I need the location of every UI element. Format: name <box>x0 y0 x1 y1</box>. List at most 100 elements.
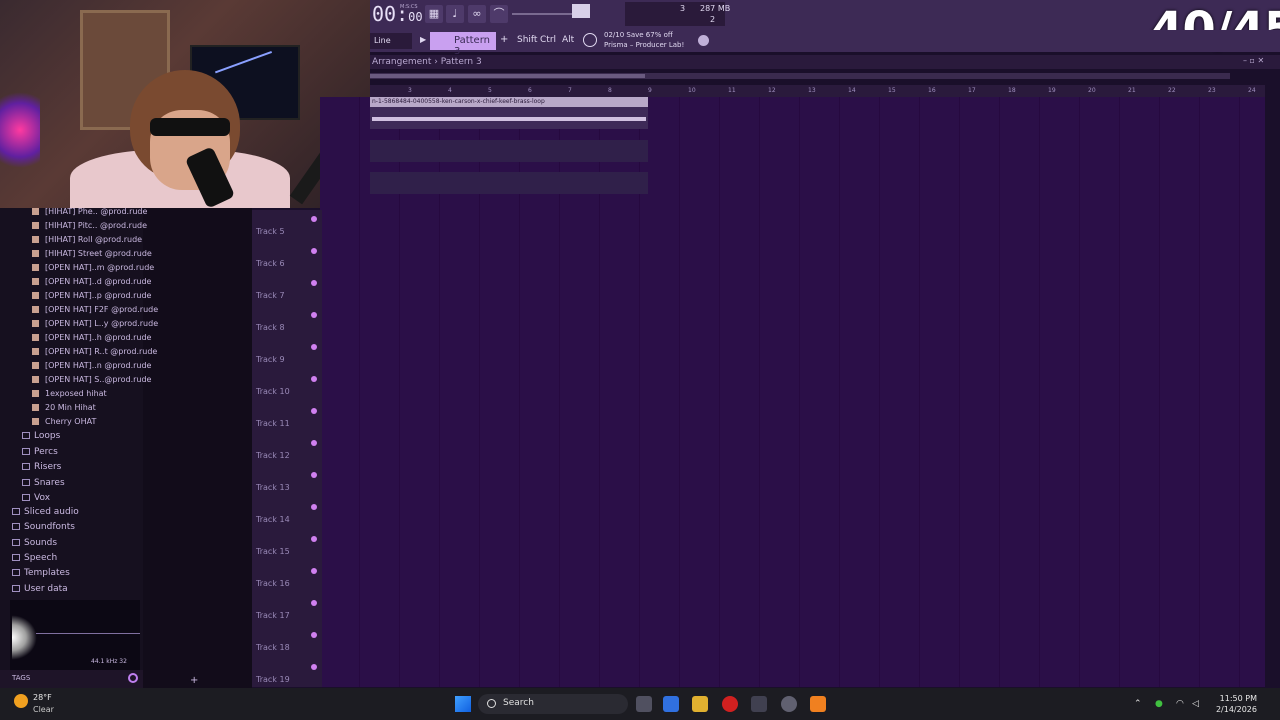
weather-icon[interactable] <box>14 694 28 708</box>
play-pattern-icon[interactable]: ▶ <box>420 35 426 44</box>
metronome-icon[interactable]: ♩ <box>446 5 464 23</box>
track-mute-dot[interactable] <box>311 248 317 254</box>
tray-overflow-icon[interactable]: ⌃ <box>1134 699 1142 709</box>
wifi-icon[interactable]: ◠ <box>1176 699 1184 709</box>
track-label[interactable]: Track 18 <box>256 643 290 652</box>
browser-file[interactable]: [OPEN HAT] L..y @prod.rude <box>32 319 158 328</box>
copilot-icon[interactable] <box>663 696 679 712</box>
browser-file[interactable]: [OPEN HAT]..m @prod.rude <box>32 263 154 272</box>
volume-icon[interactable]: ◁ <box>1192 699 1199 709</box>
tempo-slider[interactable] <box>512 13 572 15</box>
browser-file[interactable]: [HIHAT] Street @prod.rude <box>32 249 152 258</box>
browser-file[interactable]: [OPEN HAT]..h @prod.rude <box>32 333 151 342</box>
browser-root[interactable]: Soundfonts <box>12 522 75 532</box>
wait-icon[interactable]: ∞ <box>468 5 486 23</box>
browser-file[interactable]: [OPEN HAT]..n @prod.rude <box>32 361 151 370</box>
track-mute-dot[interactable] <box>311 632 317 638</box>
snap-select[interactable]: Line <box>370 33 412 49</box>
task-view-icon[interactable] <box>636 696 652 712</box>
promo-line-2[interactable]: Prisma – Producer Lab! <box>604 41 684 49</box>
track-label[interactable]: Track 16 <box>256 579 290 588</box>
track-label[interactable]: Track 17 <box>256 611 290 620</box>
track-label[interactable]: Track 11 <box>256 419 290 428</box>
news-icon[interactable] <box>583 33 597 47</box>
record-mode-icon[interactable]: ⌒ <box>490 5 508 23</box>
browser-folder[interactable]: Risers <box>22 462 61 472</box>
pattern-clip-3[interactable] <box>370 172 648 194</box>
track-mute-dot[interactable] <box>311 664 317 670</box>
tags-label[interactable]: TAGS <box>12 674 30 682</box>
piano-roll-icon[interactable]: ▦ <box>425 5 443 23</box>
add-pattern-icon[interactable]: + <box>500 34 508 45</box>
opera-icon[interactable] <box>722 696 738 712</box>
track-mute-dot[interactable] <box>311 280 317 286</box>
fl-studio-icon[interactable] <box>810 696 826 712</box>
browser-root[interactable]: User data <box>12 584 68 594</box>
track-label[interactable]: Track 6 <box>256 259 285 268</box>
track-mute-dot[interactable] <box>311 376 317 382</box>
browser-file[interactable]: 20 Min Hihat <box>32 403 96 412</box>
browser-root[interactable]: Speech <box>12 553 57 563</box>
browser-folder[interactable]: Percs <box>22 447 58 457</box>
file-explorer-icon[interactable] <box>692 696 708 712</box>
browser-file[interactable]: [OPEN HAT]..p @prod.rude <box>32 291 151 300</box>
browser-folder[interactable]: Loops <box>22 431 60 441</box>
track-mute-dot[interactable] <box>311 312 317 318</box>
track-label[interactable]: Track 19 <box>256 675 290 684</box>
promo-line-1[interactable]: 02/10 Save 67% off <box>604 31 673 39</box>
scrollbar-thumb[interactable] <box>370 74 645 78</box>
browser-file[interactable]: [OPEN HAT] F2F @prod.rude <box>32 305 158 314</box>
tag-search-icon[interactable] <box>128 673 138 683</box>
alt-button[interactable]: Alt <box>559 33 577 49</box>
store-icon[interactable] <box>751 696 767 712</box>
browser-file[interactable]: [OPEN HAT]..d @prod.rude <box>32 277 151 286</box>
weather-desc[interactable]: Clear <box>33 705 54 714</box>
browser-root[interactable]: Sounds <box>12 538 57 548</box>
track-label[interactable]: Track 5 <box>256 227 285 236</box>
browser-folder[interactable]: Vox <box>22 493 50 503</box>
browser-file[interactable]: [HIHAT] Phe.. @prod.rude <box>32 207 147 216</box>
ctrl-button[interactable]: Ctrl <box>537 33 559 49</box>
window-controls[interactable]: – ▫ ✕ <box>1243 56 1264 65</box>
taskbar-search[interactable] <box>478 694 628 714</box>
track-label[interactable]: Track 9 <box>256 355 285 364</box>
pattern-clip-2[interactable] <box>370 140 648 162</box>
track-label[interactable]: Track 8 <box>256 323 285 332</box>
track-label[interactable]: Track 13 <box>256 483 290 492</box>
clock-date[interactable]: 2/14/2026 <box>1207 705 1257 714</box>
track-mute-dot[interactable] <box>311 472 317 478</box>
track-mute-dot[interactable] <box>311 216 317 222</box>
pattern-select[interactable]: Pattern 3 <box>430 32 496 57</box>
online-icon[interactable] <box>698 35 709 46</box>
track-mute-dot[interactable] <box>311 440 317 446</box>
track-label[interactable]: Track 10 <box>256 387 290 396</box>
track-mute-dot[interactable] <box>311 600 317 606</box>
master-volume-knob[interactable] <box>572 4 590 18</box>
ruler-number: 23 <box>1208 87 1216 94</box>
mic-tray-icon[interactable]: ● <box>1155 699 1163 709</box>
track-mute-dot[interactable] <box>311 504 317 510</box>
browser-root[interactable]: Templates <box>12 568 70 578</box>
clock-time[interactable]: 11:50 PM <box>1212 694 1257 703</box>
start-icon[interactable] <box>455 696 471 712</box>
browser-file[interactable]: Cherry OHAT <box>32 417 96 426</box>
track-label[interactable]: Track 15 <box>256 547 290 556</box>
browser-file[interactable]: 1exposed hihat <box>32 389 107 398</box>
track-mute-dot[interactable] <box>311 408 317 414</box>
browser-file[interactable]: [HIHAT] Pitc.. @prod.rude <box>32 221 147 230</box>
browser-file[interactable]: [OPEN HAT] S..@prod.rude <box>32 375 151 384</box>
track-label[interactable]: Track 12 <box>256 451 290 460</box>
track-label[interactable]: Track 7 <box>256 291 285 300</box>
track-mute-dot[interactable] <box>311 536 317 542</box>
audio-clip-header[interactable]: n-1-5868484-0400558-ken-carson-x-chief-k… <box>370 97 648 107</box>
browser-file[interactable]: [OPEN HAT] R..t @prod.rude <box>32 347 157 356</box>
browser-root[interactable]: Sliced audio <box>12 507 79 517</box>
add-track-icon[interactable]: + <box>190 675 198 686</box>
weather-temp[interactable]: 28°F <box>33 693 52 702</box>
track-label[interactable]: Track 14 <box>256 515 290 524</box>
track-mute-dot[interactable] <box>311 344 317 350</box>
chrome-icon[interactable] <box>781 696 797 712</box>
browser-file[interactable]: [HIHAT] Roll @prod.rude <box>32 235 142 244</box>
browser-folder[interactable]: Snares <box>22 478 65 488</box>
track-mute-dot[interactable] <box>311 568 317 574</box>
